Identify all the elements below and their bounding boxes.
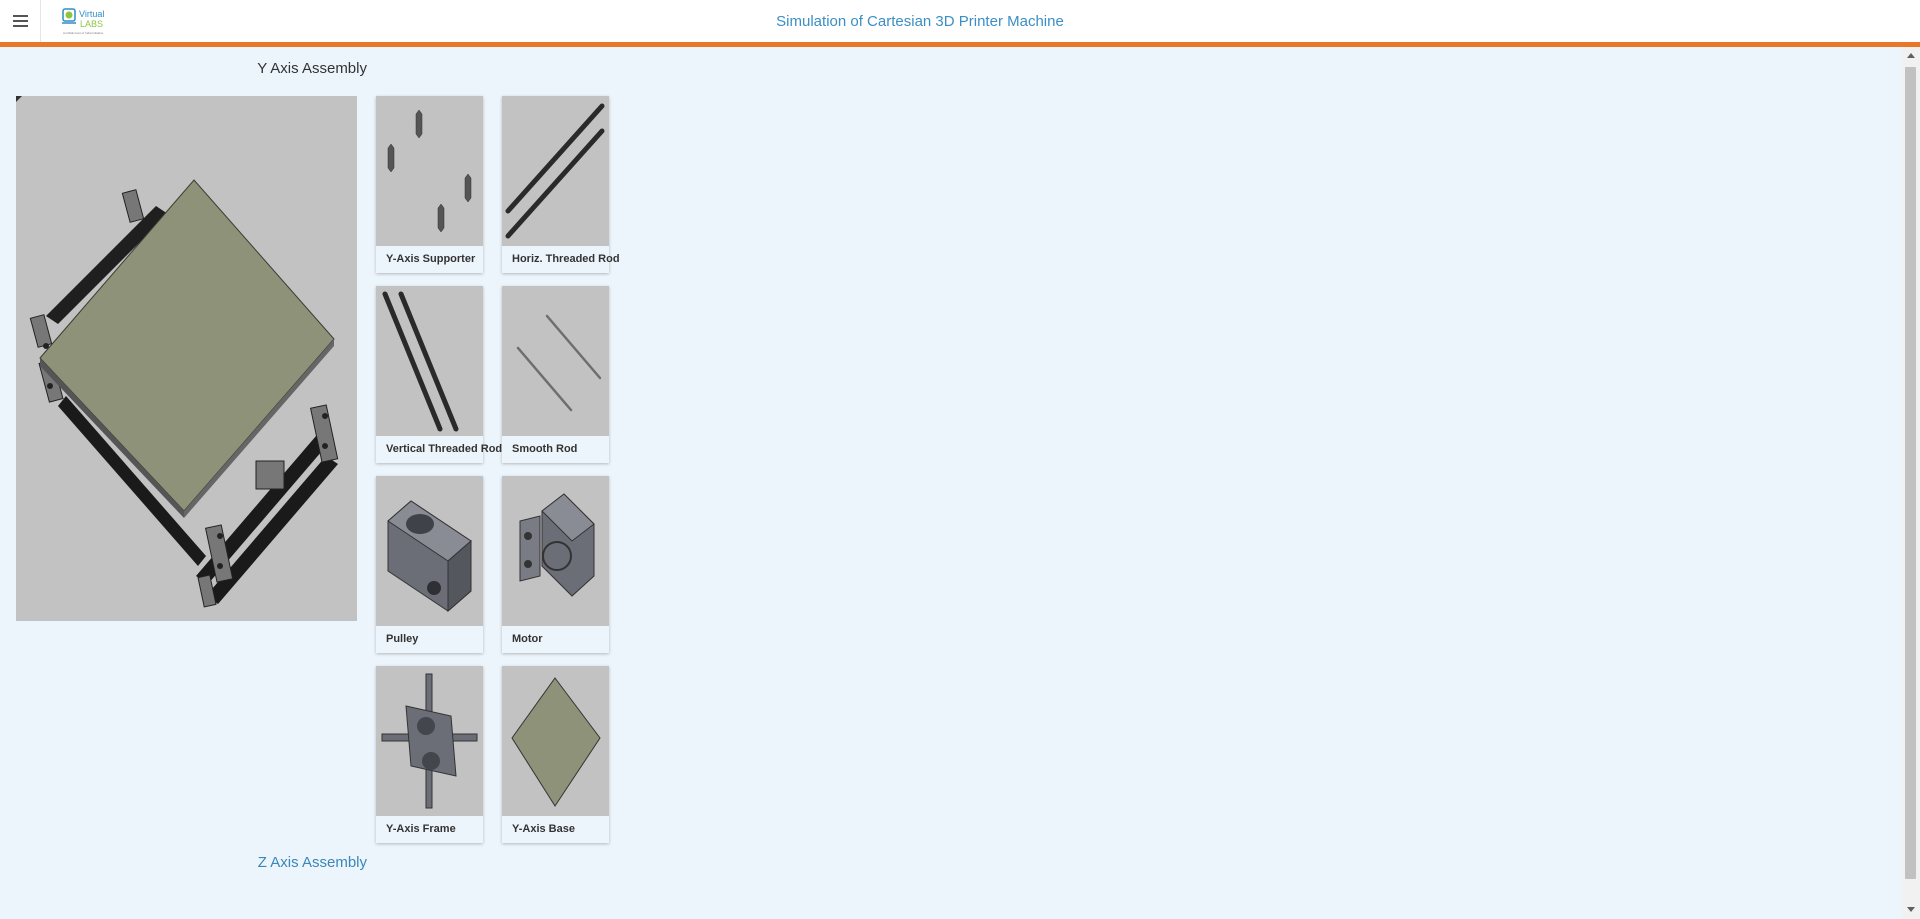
part-label: Motor [512,633,543,645]
app-title: Simulation of Cartesian 3D Printer Machi… [0,0,1920,44]
part-label: Y-Axis Frame [386,823,456,835]
part-label: Smooth Rod [512,443,578,455]
part-card-y-axis-frame[interactable]: Y-Axis Frame [376,666,483,843]
y-axis-base-icon [502,666,609,816]
part-label: Vertical Threaded Rod [386,443,503,455]
part-card-y-axis-supporter[interactable]: Y-Axis Supporter [376,96,483,273]
part-card-vertical-threaded-rod[interactable]: Vertical Threaded Rod [376,286,502,463]
y-axis-supporter-icon [376,96,483,246]
part-card-pulley[interactable]: Pulley [376,476,483,653]
part-card-horizontal-threaded-rod[interactable]: Horiz. Threaded Rod [502,96,620,273]
vertical-scrollbar[interactable] [1902,47,1920,919]
part-card-smooth-rod[interactable]: Smooth Rod [502,286,609,463]
part-label: Y-Axis Base [512,823,575,835]
horizontal-threaded-rod-icon [502,96,609,246]
part-label: Pulley [386,633,419,645]
part-card-y-axis-base[interactable]: Y-Axis Base [502,666,609,843]
motor-icon [502,476,609,626]
part-card-motor[interactable]: Motor [502,476,609,653]
part-label: Y-Axis Supporter [386,253,476,265]
app-title-text: Simulation of Cartesian 3D Printer Machi… [776,13,1064,30]
z-axis-assembly-link[interactable]: Z Axis Assembly [0,854,367,871]
top-bar: Virtual LABS An MoE Govt of India Initia… [0,0,1920,47]
scroll-up-arrow-icon[interactable] [1902,47,1920,65]
vertical-threaded-rod-icon [376,286,483,436]
smooth-rod-icon [502,286,609,436]
scrollbar-thumb[interactable] [1905,67,1916,879]
y-axis-assembly-image [16,96,357,621]
part-label: Horiz. Threaded Rod [512,253,620,265]
scroll-down-arrow-icon[interactable] [1902,901,1920,919]
y-axis-frame-icon [376,666,483,816]
pulley-icon [376,476,483,626]
section-title-y-axis: Y Axis Assembly [257,60,367,77]
